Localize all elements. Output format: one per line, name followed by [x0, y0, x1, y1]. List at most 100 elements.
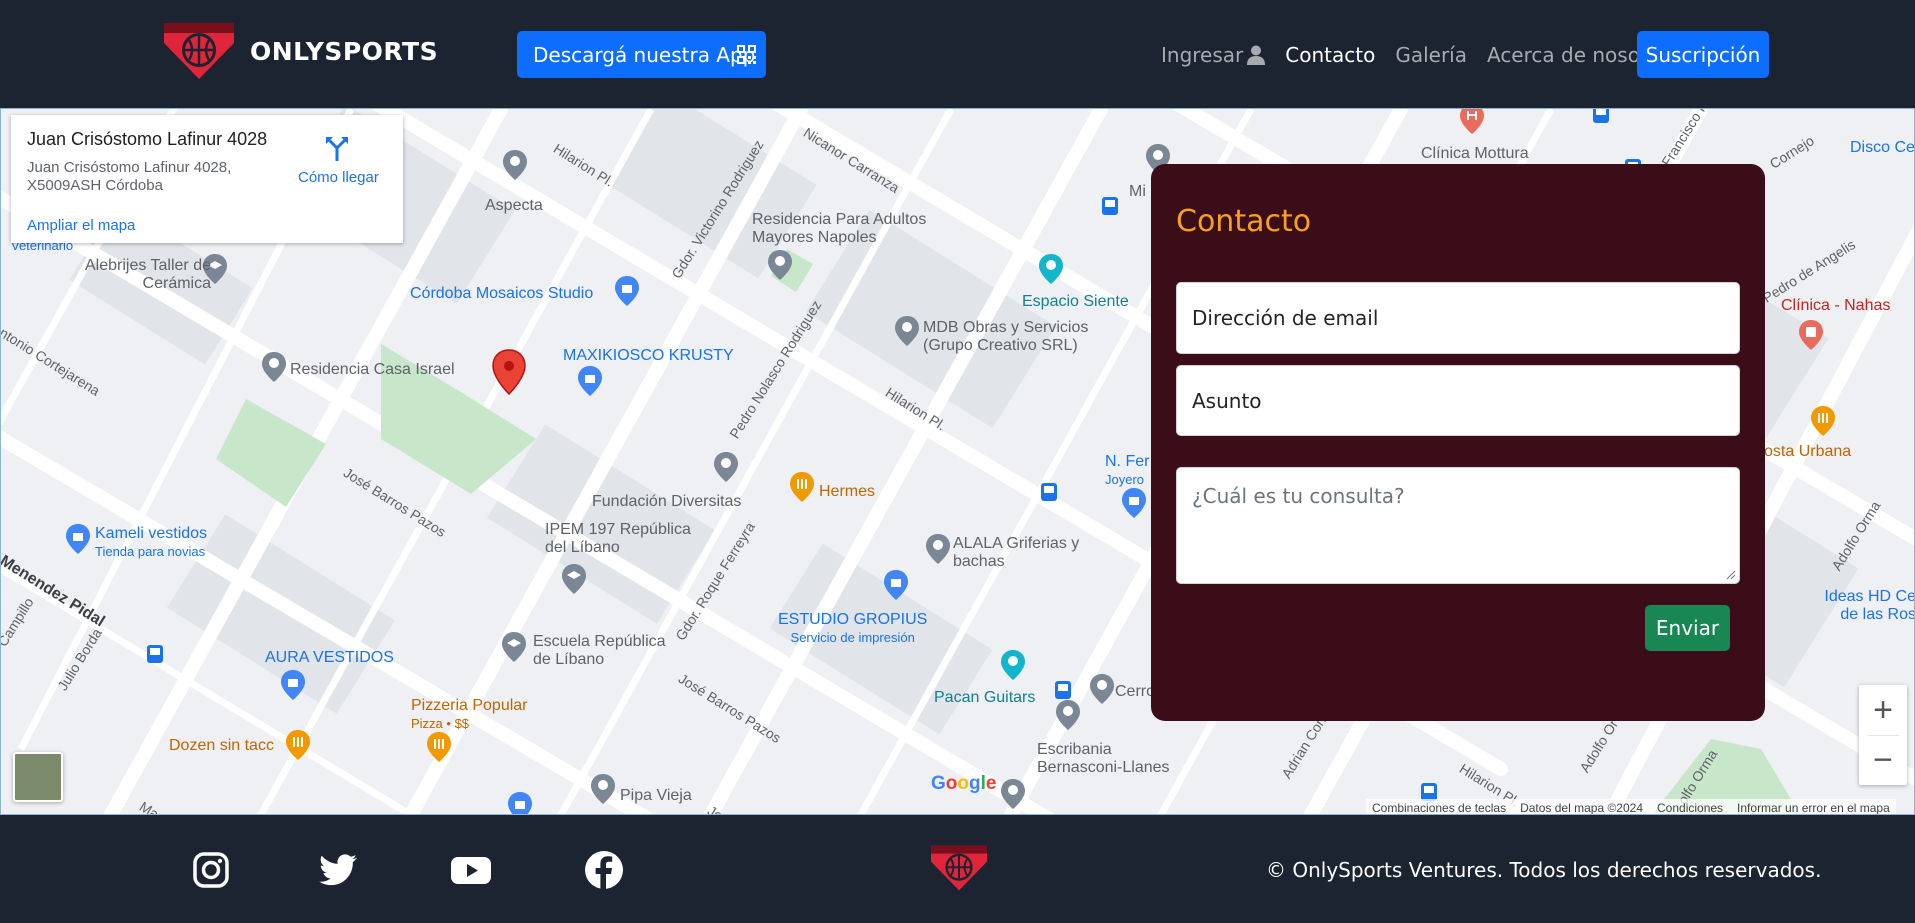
poi-pin-icon [503, 150, 527, 180]
shopping-pin-icon [508, 792, 532, 814]
map-place-label[interactable]: MAXIKIOSCO KRUSTY [563, 347, 734, 365]
shopping-pin-icon [281, 670, 305, 700]
resize-handle-icon[interactable] [1726, 570, 1736, 580]
hospital-pin-icon [1460, 109, 1484, 134]
hospital-pin-icon [1799, 320, 1823, 350]
map-place-label[interactable]: Residencia Para Adultos Mayores Napoles [752, 211, 972, 247]
shopping-pin-icon [615, 276, 639, 306]
directions-icon[interactable] [324, 135, 350, 161]
subject-field[interactable]: Asunto [1176, 365, 1740, 436]
map-place-label[interactable]: Hermes [819, 483, 875, 501]
nav-login-label: Ingresar [1161, 43, 1244, 67]
navbar: ONLYSPORTS Descargá nuestra App Ingresar… [0, 0, 1915, 108]
poi-pin-icon [714, 452, 738, 482]
map-place-label[interactable]: Kameli vestidos Tienda para novias [95, 525, 207, 561]
poi-pin-icon [895, 316, 919, 346]
map-place-label[interactable]: ALALA Griferias y bachas [953, 535, 1093, 571]
map-place-label[interactable]: MDB Obras y Servicios (Grupo Creativo SR… [923, 319, 1123, 355]
landmark-pin-icon [1001, 650, 1025, 680]
send-button[interactable]: Enviar [1645, 605, 1730, 651]
landmark-pin-icon [1039, 254, 1063, 284]
map-data-label: Datos del mapa ©2024 [1520, 800, 1643, 815]
nav-links: Ingresar Contacto Galería Acerca de noso… [1161, 43, 1698, 67]
map-place-label[interactable]: N. Fer Joyero [1105, 453, 1149, 489]
map-place-label[interactable]: Escuela República de Líbano [533, 633, 683, 669]
enlarge-map-link[interactable]: Ampliar el mapa [27, 217, 135, 234]
copyright-text: © OnlySports Ventures. Todos los derecho… [1266, 858, 1822, 882]
map-place-label[interactable]: Clínica Mottura [1421, 145, 1529, 163]
restaurant-pin-icon [790, 472, 814, 502]
email-field[interactable]: Dirección de email [1176, 282, 1740, 354]
map-place-label[interactable]: Pipa Vieja [620, 787, 692, 805]
map-place-label[interactable]: Espacio Siente [1022, 293, 1129, 311]
map-place-label[interactable]: Disco Ce [1850, 139, 1914, 157]
map-place-label[interactable]: Córdoba Mosaicos Studio [410, 285, 593, 303]
report-error-link[interactable]: Informar un error en el mapa [1737, 801, 1890, 815]
map-place-label[interactable]: osta Urbana [1764, 443, 1851, 461]
nav-login[interactable]: Ingresar [1161, 43, 1266, 67]
user-icon [1247, 45, 1266, 65]
map-place-sub: Servicio de impresión [790, 630, 915, 645]
google-logo: Google [931, 773, 996, 795]
satellite-toggle-button[interactable] [13, 752, 63, 802]
school-pin-icon [562, 564, 586, 594]
map-place-label[interactable]: Mi [1129, 183, 1146, 201]
bus-stop-icon [147, 645, 163, 663]
map-place-label[interactable]: Fundación Diversitas [592, 493, 741, 511]
directions-link[interactable]: Cómo llegar [298, 169, 379, 186]
zoom-out-button[interactable]: − [1859, 735, 1907, 785]
bus-stop-icon [1041, 483, 1057, 501]
map-place-label[interactable]: AURA VESTIDOS [265, 649, 394, 667]
map-place-label[interactable]: Alebrijes Taller de Cerámica [81, 257, 211, 293]
map-place-label[interactable]: Pizzeria Popular Pizza • $$ [411, 697, 528, 733]
nav-galeria[interactable]: Galería [1395, 43, 1467, 67]
map-place-name: Pizzeria Popular [411, 697, 528, 714]
subscribe-button[interactable]: Suscripción [1637, 31, 1769, 78]
map-place-sub: Pizza • $$ [411, 716, 470, 731]
basketball-shield-logo-icon [164, 23, 234, 79]
location-marker-icon[interactable] [492, 349, 526, 395]
terms-link[interactable]: Condiciones [1657, 801, 1723, 815]
map-place-label[interactable]: Cerro [1115, 683, 1155, 701]
twitter-icon[interactable] [319, 850, 359, 890]
poi-pin-icon [262, 352, 286, 382]
contact-title: Contacto [1176, 204, 1312, 239]
download-app-button[interactable]: Descargá nuestra App [517, 31, 766, 78]
contact-form: Contacto Dirección de email Asunto ¿Cuál… [1151, 164, 1765, 721]
map-place-sub: Joyero [1105, 472, 1145, 487]
map-place-label[interactable]: Aspecta [485, 197, 543, 215]
map-place-label[interactable]: Clínica - Nahas [1781, 297, 1890, 315]
zoom-in-button[interactable]: + [1859, 685, 1907, 735]
facebook-icon[interactable] [584, 850, 624, 890]
map-place-label[interactable]: IPEM 197 República del Líbano [545, 521, 705, 557]
brand-name: ONLYSPORTS [250, 36, 439, 66]
info-card-address: Juan Crisóstomo Lafinur 4028, X5009ASH C… [27, 159, 232, 194]
message-textarea[interactable]: ¿Cuál es tu consulta? [1176, 467, 1740, 584]
qr-code-icon [737, 45, 756, 64]
poi-pin-icon [1001, 779, 1025, 809]
map-place-label[interactable]: Residencia Casa Israel [290, 361, 455, 379]
map-info-card: Juan Crisóstomo Lafinur 4028 Juan Crisós… [11, 115, 403, 243]
keyboard-shortcuts-link[interactable]: Combinaciones de teclas [1372, 801, 1506, 815]
bus-stop-icon [1102, 197, 1118, 215]
shopping-pin-icon [578, 366, 602, 396]
map-place-label[interactable]: Pacan Guitars [934, 689, 1035, 707]
map-place-name: N. Fer [1105, 453, 1150, 470]
brand[interactable]: ONLYSPORTS [162, 21, 438, 81]
map-place-label[interactable]: Dozen sin tacc [169, 737, 274, 755]
download-app-label: Descargá nuestra App [533, 42, 756, 67]
map-place-label[interactable]: Ideas HD Ce de las Ros [1821, 588, 1914, 624]
map-place-label[interactable]: Escribania Bernasconi-Llanes [1037, 741, 1197, 777]
bus-stop-icon [1055, 681, 1071, 699]
basketball-shield-logo-icon [931, 845, 987, 891]
youtube-icon[interactable] [451, 850, 491, 890]
message-placeholder: ¿Cuál es tu consulta? [1192, 484, 1405, 508]
poi-pin-icon [768, 250, 792, 280]
footer: © OnlySports Ventures. Todos los derecho… [0, 815, 1915, 923]
instagram-icon[interactable] [191, 850, 231, 890]
shopping-pin-icon [1122, 488, 1146, 518]
poi-pin-icon [1056, 700, 1080, 730]
nav-contacto[interactable]: Contacto [1285, 43, 1375, 67]
map-place-label[interactable]: ESTUDIO GROPIUS Servicio de impresión [778, 611, 927, 647]
map-attribution: Combinaciones de teclas Datos del mapa ©… [1366, 799, 1896, 815]
